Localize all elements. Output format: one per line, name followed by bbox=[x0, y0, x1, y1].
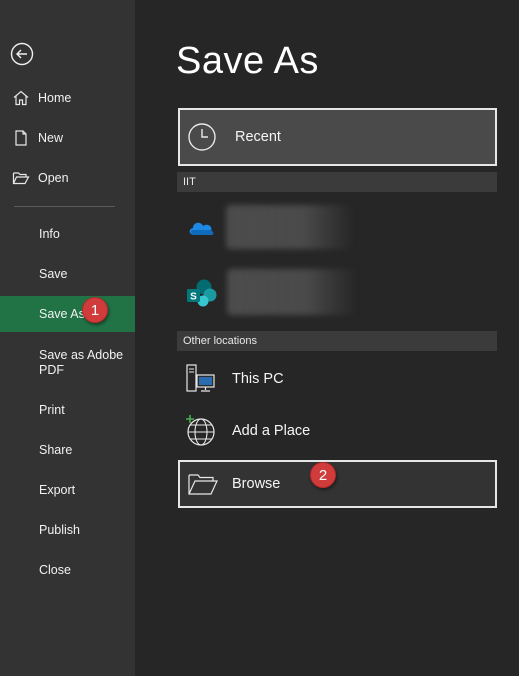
nav-label: Open bbox=[38, 171, 69, 185]
blurred-site-name bbox=[227, 269, 357, 315]
back-button[interactable] bbox=[10, 42, 34, 66]
globe-add-icon bbox=[184, 414, 218, 448]
nav-label: Save as Adobe PDF bbox=[39, 348, 124, 377]
nav-label: Export bbox=[39, 483, 76, 497]
nav-label: Info bbox=[39, 227, 60, 241]
onedrive-icon bbox=[186, 217, 216, 237]
sidebar-divider bbox=[14, 206, 115, 207]
annotation-badge-2: 2 bbox=[310, 462, 336, 488]
nav-save-as-adobe-pdf[interactable]: Save as Adobe PDF bbox=[0, 348, 135, 388]
nav-label: Publish bbox=[39, 523, 80, 537]
add-place-label: Add a Place bbox=[232, 423, 311, 439]
annotation-badge-1: 1 bbox=[82, 297, 108, 323]
new-document-icon bbox=[0, 129, 38, 147]
this-pc-location[interactable]: This PC bbox=[178, 354, 497, 404]
nav-export[interactable]: Export bbox=[0, 472, 135, 508]
nav-publish[interactable]: Publish bbox=[0, 512, 135, 548]
sharepoint-icon: S bbox=[185, 278, 219, 308]
nav-new[interactable]: New bbox=[0, 120, 135, 156]
nav-label: Save As bbox=[39, 307, 85, 321]
nav-label: Home bbox=[38, 91, 72, 105]
section-header-other-locations: Other locations bbox=[177, 331, 497, 351]
browse-location[interactable]: Browse bbox=[178, 460, 497, 508]
nav-label: New bbox=[38, 131, 64, 145]
svg-text:S: S bbox=[190, 292, 197, 303]
page-title: Save As bbox=[176, 40, 319, 82]
nav-label: Print bbox=[39, 403, 65, 417]
nav-home[interactable]: Home bbox=[0, 80, 135, 116]
nav-label: Save bbox=[39, 267, 68, 281]
nav-share[interactable]: Share bbox=[0, 432, 135, 468]
add-place-location[interactable]: Add a Place bbox=[178, 406, 497, 456]
nav-save[interactable]: Save bbox=[0, 256, 135, 292]
nav-open[interactable]: Open bbox=[0, 160, 135, 196]
computer-icon bbox=[184, 362, 218, 396]
nav-label: Share bbox=[39, 443, 73, 457]
section-header-iit: IIT bbox=[177, 172, 497, 192]
browse-label: Browse bbox=[232, 476, 281, 492]
blurred-account-name bbox=[226, 205, 354, 249]
nav-save-as[interactable]: Save As bbox=[0, 296, 135, 332]
this-pc-label: This PC bbox=[232, 371, 284, 387]
open-folder-icon bbox=[0, 169, 38, 187]
recent-label: Recent bbox=[235, 129, 281, 145]
recent-location[interactable]: Recent bbox=[178, 108, 497, 166]
back-arrow-icon bbox=[10, 42, 34, 66]
clock-icon bbox=[187, 122, 217, 152]
backstage-sidebar: Home New Open Info Save Save As Save as … bbox=[0, 0, 135, 676]
nav-info[interactable]: Info bbox=[0, 216, 135, 252]
home-icon bbox=[0, 89, 38, 107]
nav-close[interactable]: Close bbox=[0, 552, 135, 588]
folder-icon bbox=[187, 471, 219, 497]
nav-label: Close bbox=[39, 563, 71, 577]
nav-print[interactable]: Print bbox=[0, 392, 135, 428]
